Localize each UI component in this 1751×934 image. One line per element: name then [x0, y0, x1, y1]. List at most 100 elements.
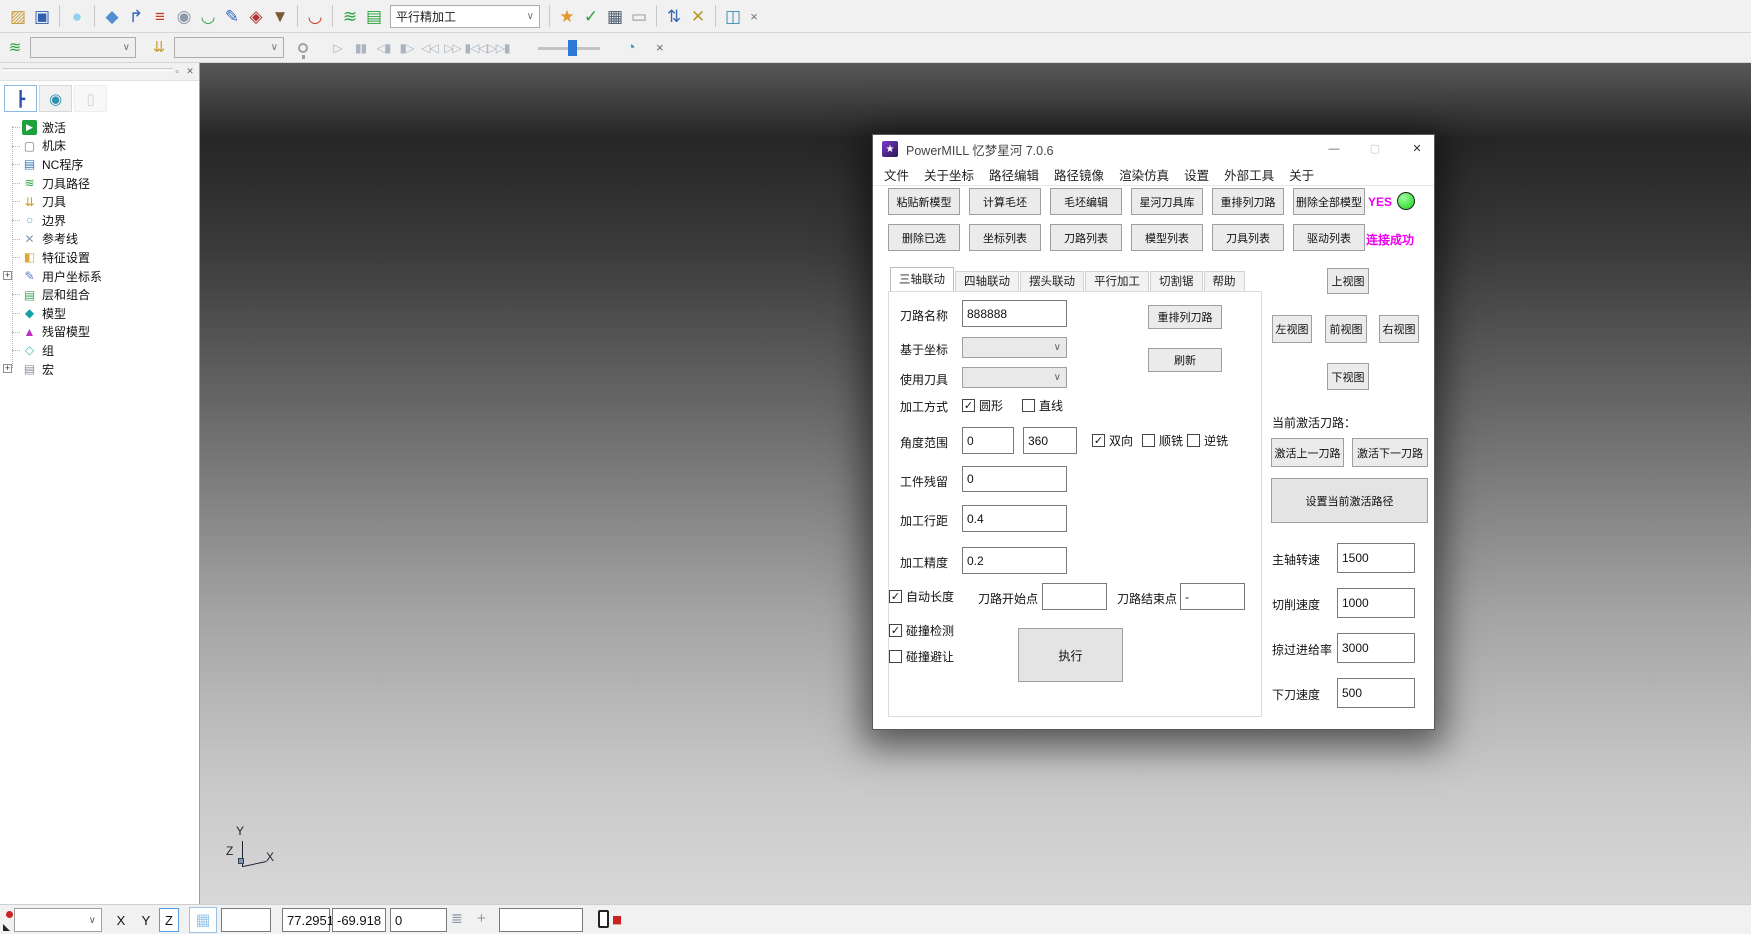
collision-check-checkbox[interactable]: ✓碰撞检测 — [889, 622, 954, 639]
tree-item-models[interactable]: ◆模型 — [0, 304, 199, 323]
stock-model-icon[interactable]: ◫ — [721, 4, 745, 28]
explorer-tree-tab[interactable]: ┣ — [4, 85, 37, 112]
step-back-button[interactable]: ◁▮ — [372, 37, 395, 59]
toolpath-name-input[interactable] — [962, 300, 1067, 327]
strategy-list-icon[interactable]: ▤ — [362, 4, 386, 28]
climb-mill-checkbox[interactable]: 顺铣 — [1142, 432, 1183, 449]
right-view-button[interactable]: 右视图 — [1379, 315, 1419, 343]
cursor-y-field[interactable]: -69.918 — [332, 908, 386, 932]
refresh-button[interactable]: 刷新 — [1148, 348, 1222, 372]
points-icon[interactable]: ◈ — [244, 4, 268, 28]
axis-y-button[interactable]: Y — [136, 908, 156, 932]
bottom-view-button[interactable]: 下视图 — [1327, 363, 1369, 390]
ruler-icon[interactable]: ▭ — [627, 4, 651, 28]
slider-handle[interactable] — [568, 40, 577, 56]
locate-icon[interactable]: + — [477, 910, 486, 927]
auto-length-checkbox[interactable]: ✓自动长度 — [889, 588, 954, 605]
tolerance-input[interactable] — [962, 547, 1067, 574]
left-view-button[interactable]: 左视图 — [1272, 315, 1312, 343]
menu-file[interactable]: 文件 — [884, 165, 909, 184]
cursor-z-field[interactable]: 0 — [390, 908, 447, 932]
set-active-path-button[interactable]: 设置当前激活路径 — [1271, 478, 1428, 523]
tool-info-field[interactable] — [499, 908, 583, 932]
grid-size-field[interactable] — [221, 908, 271, 932]
axis-x-button[interactable]: X — [111, 908, 131, 932]
menu-path-edit[interactable]: 路径编辑 — [989, 165, 1039, 184]
panel-close-icon[interactable]: ✕ — [184, 65, 196, 77]
open-project-icon[interactable]: ▨ — [6, 4, 30, 28]
spindle-speed-input[interactable] — [1337, 543, 1415, 573]
minimize-icon[interactable]: — — [1321, 140, 1347, 158]
menu-about[interactable]: 关于 — [1289, 165, 1314, 184]
rapid-move-icon[interactable]: ↱ — [124, 4, 148, 28]
go-to-start-button[interactable]: ▮◁◁ — [464, 37, 487, 59]
sim-toolpath-dropdown[interactable]: ∨ — [30, 37, 136, 58]
boundary-tool-icon[interactable]: ◡ — [196, 4, 220, 28]
cursor-x-field[interactable]: 77.2951 — [282, 908, 330, 932]
shade-lightbulb-icon[interactable] — [298, 43, 308, 53]
expand-icon[interactable]: + — [3, 271, 12, 280]
based-coord-dropdown[interactable]: ∨ — [962, 337, 1067, 358]
sim-toolbar-close-icon[interactable]: × — [656, 40, 674, 55]
delete-all-models-button[interactable]: 删除全部模型 — [1293, 188, 1365, 215]
fast-forward-button[interactable]: ▷▷ — [441, 37, 464, 59]
line-checkbox[interactable]: 直线 — [1022, 397, 1063, 414]
tree-item-machine[interactable]: ▢机床 — [0, 137, 199, 156]
simulation-speed-slider[interactable] — [538, 37, 600, 59]
workplane-dropdown[interactable]: ∨ — [14, 908, 102, 932]
menu-external-tools[interactable]: 外部工具 — [1224, 165, 1274, 184]
collision-check-icon[interactable]: ◡ — [303, 4, 327, 28]
clock-icon[interactable]: ◔ — [620, 37, 642, 59]
expand-icon[interactable]: + — [3, 364, 12, 373]
conventional-mill-checkbox[interactable]: 逆铣 — [1187, 432, 1228, 449]
toolpath-list-button[interactable]: 刀路列表 — [1050, 224, 1122, 251]
tree-item-activate[interactable]: ▶激活 — [0, 118, 199, 137]
skim-feed-input[interactable] — [1337, 633, 1415, 663]
angle-to-input[interactable] — [1023, 427, 1077, 454]
plunge-feed-input[interactable] — [1337, 678, 1415, 708]
front-view-button[interactable]: 前视图 — [1325, 315, 1367, 343]
leads-links-icon[interactable]: ≡ — [148, 4, 172, 28]
save-project-icon[interactable]: ▣ — [30, 4, 54, 28]
cutting-feed-input[interactable] — [1337, 588, 1415, 618]
collision-avoid-checkbox[interactable]: 碰撞避让 — [889, 648, 954, 665]
tree-item-toolpaths[interactable]: ≋刀具路径 — [0, 174, 199, 193]
xyz-list-icon[interactable]: ≣ — [451, 910, 463, 927]
rearrange-toolpaths-button[interactable]: 重排列刀路 — [1212, 188, 1284, 215]
grid-toggle-icon[interactable]: ▦ — [189, 907, 217, 933]
top-view-button[interactable]: 上视图 — [1327, 268, 1369, 294]
menu-settings[interactable]: 设置 — [1184, 165, 1209, 184]
close-icon[interactable]: ✕ — [1404, 140, 1430, 158]
delete-selected-button[interactable]: 删除已选 — [888, 224, 960, 251]
stock-edit-button[interactable]: 毛坯编辑 — [1050, 188, 1122, 215]
tool-holder-icon[interactable]: ⇅ — [662, 4, 686, 28]
tool-star-icon[interactable]: ★ — [555, 4, 579, 28]
toolpath-end-input[interactable] — [1180, 583, 1245, 610]
tree-item-tools[interactable]: ⇊刀具 — [0, 192, 199, 211]
tree-item-feature-sets[interactable]: ◧特征设置 — [0, 248, 199, 267]
tree-item-macros[interactable]: +▤宏 — [0, 360, 199, 379]
panel-grip[interactable] — [2, 68, 173, 71]
step-forward-button[interactable]: ▮▷ — [395, 37, 418, 59]
xinghe-tool-library-button[interactable]: 星河刀具库 — [1131, 188, 1203, 215]
tree-item-stock-models[interactable]: ▲残留模型 — [0, 323, 199, 342]
both-direction-checkbox[interactable]: ✓双向 — [1092, 432, 1133, 449]
tool-check-icon[interactable]: ✓ — [579, 4, 603, 28]
activate-next-toolpath-button[interactable]: 激活下一刀路 — [1352, 438, 1428, 467]
pattern-edit-icon[interactable]: ✎ — [220, 4, 244, 28]
dialog-titlebar[interactable]: ★ PowerMILL 忆梦星河 7.0.6 — ▢ ✕ — [873, 135, 1434, 163]
menu-about-coords[interactable]: 关于坐标 — [924, 165, 974, 184]
axis-z-button[interactable]: Z — [159, 908, 179, 932]
rewind-button[interactable]: ◁◁ — [418, 37, 441, 59]
explorer-globe-tab[interactable]: ◉ — [39, 85, 72, 112]
strategy-dropdown[interactable]: 平行精加工∨ — [390, 5, 540, 28]
angle-from-input[interactable] — [962, 427, 1014, 454]
toolbar-close-icon[interactable]: × — [745, 4, 763, 28]
tree-item-workplanes[interactable]: +✎用户坐标系 — [0, 267, 199, 286]
drive-list-button[interactable]: 驱动列表 — [1293, 224, 1365, 251]
tab-three-axis[interactable]: 三轴联动 — [890, 267, 954, 292]
activate-prev-toolpath-button[interactable]: 激活上一刀路 — [1271, 438, 1344, 467]
play-button[interactable]: ▷ — [326, 37, 349, 59]
tree-item-nc-programs[interactable]: ▤NC程序 — [0, 155, 199, 174]
coord-list-button[interactable]: 坐标列表 — [969, 224, 1041, 251]
